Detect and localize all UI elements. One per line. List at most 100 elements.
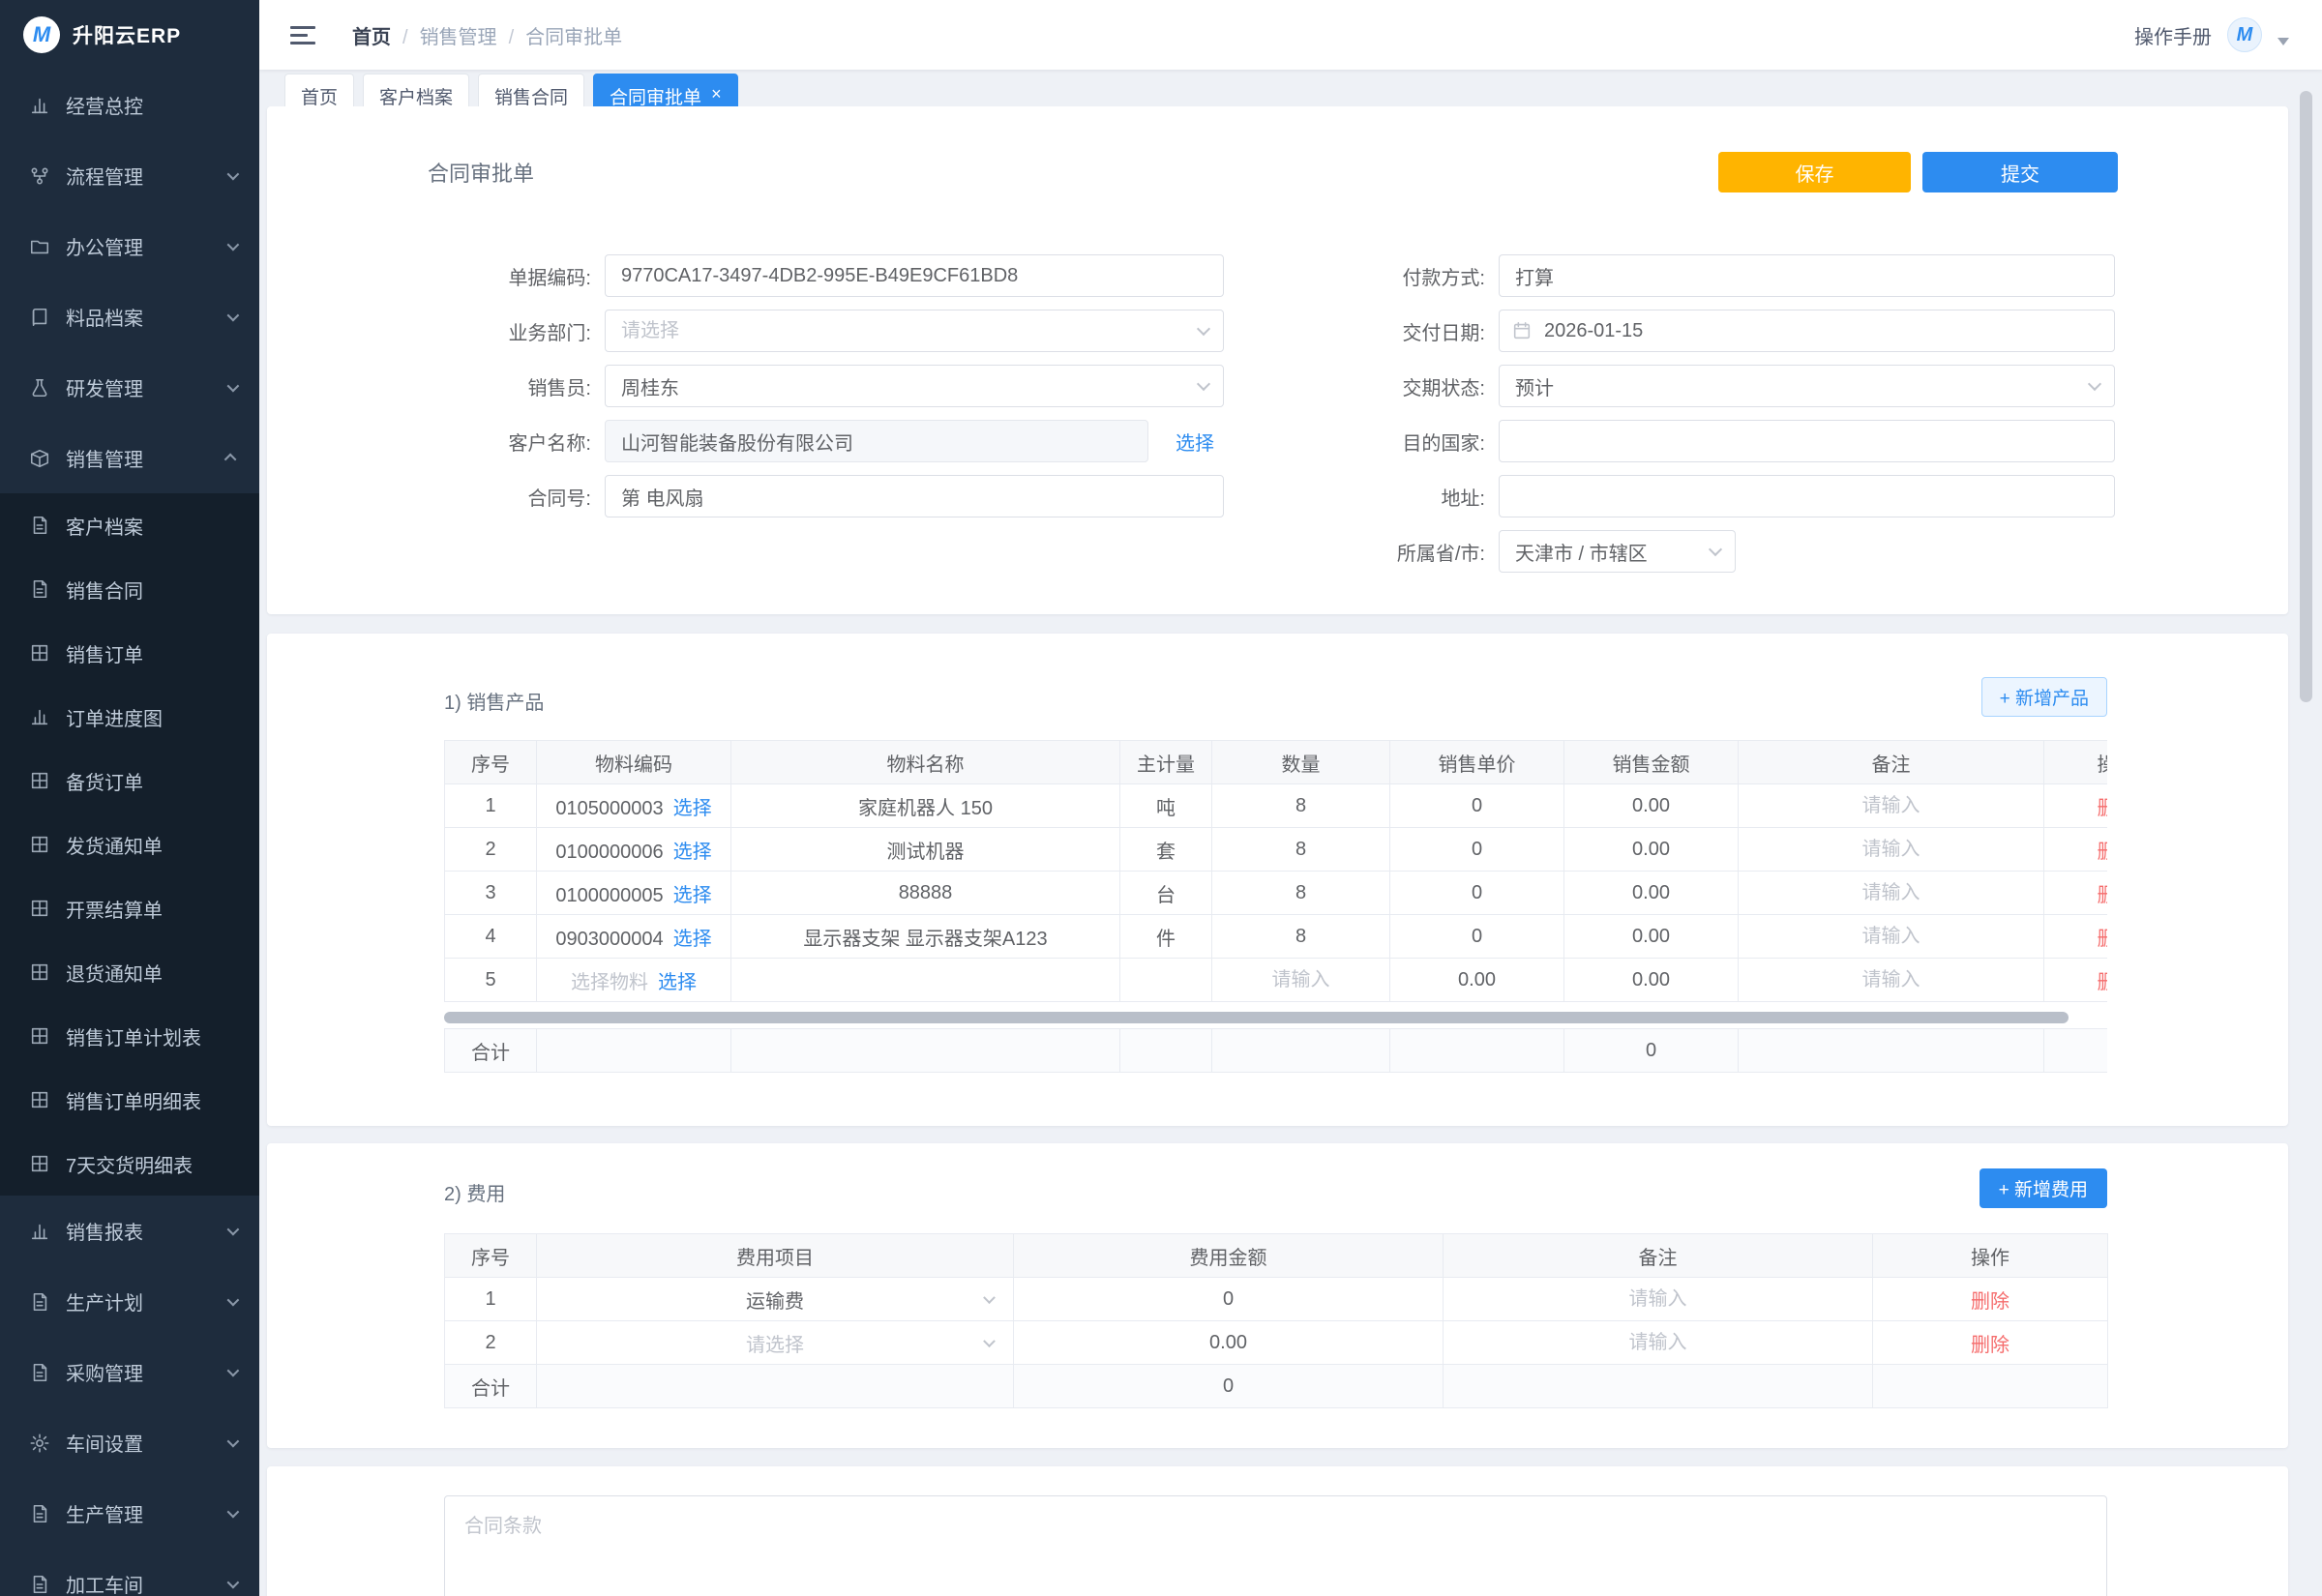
- sidebar-item-workshop-settings[interactable]: 车间设置: [0, 1407, 259, 1478]
- chart-icon: [29, 1221, 50, 1242]
- chevron-up-icon: [224, 454, 237, 466]
- sales-submenu: 客户档案 销售合同 销售订单 订单进度图 备货订单 发货通知单 开票结算单 退: [0, 493, 259, 1196]
- contract-terms-textarea[interactable]: [444, 1495, 2107, 1596]
- contract-terms-card: [267, 1466, 2288, 1596]
- delete-row-link[interactable]: 删除: [1971, 1291, 2009, 1313]
- sidebar-item-process-management[interactable]: 流程管理: [0, 140, 259, 211]
- close-icon[interactable]: [711, 83, 722, 104]
- sidebar-item-invoice-settlements[interactable]: 开票结算单: [0, 876, 259, 940]
- fee-item-select[interactable]: 运输费: [537, 1278, 1014, 1321]
- tab-contract-approval[interactable]: 合同审批单: [593, 74, 738, 106]
- address-input[interactable]: [1499, 475, 2115, 517]
- top-header: 首页 销售管理 合同审批单 操作手册 M: [259, 0, 2322, 70]
- material-select-link[interactable]: 选择: [673, 842, 712, 863]
- sidebar-item-sales-contracts[interactable]: 销售合同: [0, 557, 259, 621]
- sidebar-item-7day-delivery-details[interactable]: 7天交货明细表: [0, 1132, 259, 1196]
- product-row: 4 0903000004选择 显示器支架 显示器支架A123 件 8 0 0.0…: [445, 915, 2108, 959]
- chevron-down-icon: [227, 1224, 240, 1236]
- delete-row-link[interactable]: 删除: [2098, 885, 2108, 906]
- delete-row-link[interactable]: 删除: [2098, 929, 2108, 950]
- page-title: 合同审批单: [428, 157, 534, 188]
- vertical-scrollbar-thumb[interactable]: [2300, 91, 2312, 702]
- breadcrumb-contract-approval: 合同审批单: [497, 21, 623, 49]
- doc-code-input[interactable]: [605, 254, 1224, 297]
- remark-input[interactable]: [1758, 882, 2024, 904]
- contract-no-input[interactable]: [605, 475, 1224, 517]
- horizontal-scrollbar-thumb[interactable]: [444, 1012, 2069, 1023]
- sidebar-item-delivery-notices[interactable]: 发货通知单: [0, 813, 259, 876]
- tab-sales-contracts[interactable]: 销售合同: [478, 74, 584, 106]
- delete-row-link[interactable]: 删除: [1971, 1335, 2009, 1356]
- remark-input[interactable]: [1758, 926, 2024, 948]
- remark-input[interactable]: [1468, 1332, 1848, 1354]
- operation-manual-link[interactable]: 操作手册: [2134, 21, 2212, 49]
- product-row: 5 选择物料选择 0.00 0.00 删除: [445, 959, 2108, 1002]
- sidebar-item-order-progress-chart[interactable]: 订单进度图: [0, 685, 259, 749]
- tab-customer-archives[interactable]: 客户档案: [363, 74, 469, 106]
- products-section-title: 1) 销售产品: [444, 677, 544, 715]
- material-select-link[interactable]: 选择: [673, 798, 712, 819]
- fee-item-select[interactable]: 请选择: [537, 1321, 1014, 1365]
- sidebar-item-sales-order-details[interactable]: 销售订单明细表: [0, 1068, 259, 1132]
- province-select[interactable]: [1499, 530, 1736, 573]
- fees-card: 2) 费用 + 新增费用 序号 费用项目 费用金额 备注 操作 1: [267, 1143, 2288, 1448]
- sidebar-item-processing-workshop[interactable]: 加工车间: [0, 1549, 259, 1596]
- delivery-date-input[interactable]: [1499, 310, 2115, 352]
- sidebar-item-sales-reports[interactable]: 销售报表: [0, 1196, 259, 1266]
- delete-row-link[interactable]: 删除: [2098, 842, 2108, 863]
- sidebar-item-return-notices[interactable]: 退货通知单: [0, 940, 259, 1004]
- customer-name-label: 客户名称:: [267, 428, 605, 456]
- breadcrumb-home[interactable]: 首页: [352, 21, 391, 49]
- material-select-link[interactable]: 选择: [673, 929, 712, 950]
- app-logo: M 升阳云ERP: [0, 0, 259, 70]
- remark-input[interactable]: [1468, 1288, 1848, 1311]
- sidebar-item-business-overview[interactable]: 经营总控: [0, 70, 259, 140]
- box-icon: [29, 448, 50, 469]
- material-select-link[interactable]: 选择: [673, 885, 712, 906]
- remark-input[interactable]: [1758, 839, 2024, 861]
- sidebar-item-customer-archives[interactable]: 客户档案: [0, 493, 259, 557]
- sidebar-item-sales-order-plan[interactable]: 销售订单计划表: [0, 1004, 259, 1068]
- avatar[interactable]: M: [2227, 17, 2262, 52]
- add-product-button[interactable]: + 新增产品: [1981, 677, 2107, 717]
- fees-header-row: 序号 费用项目 费用金额 备注 操作: [445, 1234, 2108, 1278]
- qty-input[interactable]: [1227, 969, 1376, 991]
- total-amount: 0: [1014, 1365, 1444, 1408]
- delete-row-link[interactable]: 删除: [2098, 972, 2108, 993]
- sidebar-item-production-management[interactable]: 生产管理: [0, 1478, 259, 1549]
- sidebar-item-sales-orders[interactable]: 销售订单: [0, 621, 259, 685]
- remark-input[interactable]: [1758, 795, 2024, 817]
- add-fee-button[interactable]: + 新增费用: [1980, 1168, 2107, 1208]
- sidebar-item-sales-management[interactable]: 销售管理: [0, 423, 259, 493]
- flask-icon: [29, 377, 50, 399]
- business-dept-select[interactable]: [605, 310, 1224, 352]
- folder-icon: [29, 236, 50, 257]
- sidebar-item-rd-management[interactable]: 研发管理: [0, 352, 259, 423]
- sidebar-item-procurement-management[interactable]: 采购管理: [0, 1337, 259, 1407]
- customer-select-link[interactable]: 选择: [1176, 428, 1214, 456]
- doc-code-label: 单据编码:: [267, 262, 605, 290]
- sidebar-item-stock-orders[interactable]: 备货订单: [0, 749, 259, 813]
- submit-button[interactable]: 提交: [1922, 152, 2118, 192]
- salesperson-select[interactable]: [605, 365, 1224, 407]
- sidebar-item-office-management[interactable]: 办公管理: [0, 211, 259, 281]
- sidebar-item-material-archives[interactable]: 料品档案: [0, 281, 259, 352]
- material-select-link[interactable]: 选择: [658, 972, 697, 993]
- app-logo-icon: M: [23, 16, 60, 53]
- breadcrumb-sales-management[interactable]: 销售管理: [391, 21, 497, 49]
- chevron-down-icon: [983, 1335, 996, 1347]
- remark-input[interactable]: [1758, 969, 2024, 991]
- sidebar-item-production-plan[interactable]: 生产计划: [0, 1266, 259, 1337]
- business-dept-label: 业务部门:: [267, 317, 605, 345]
- dest-country-input[interactable]: [1499, 420, 2115, 462]
- address-label: 地址:: [1224, 483, 1499, 511]
- delivery-status-select[interactable]: [1499, 365, 2115, 407]
- save-button[interactable]: 保存: [1718, 152, 1911, 192]
- tab-home[interactable]: 首页: [284, 74, 354, 106]
- payment-input[interactable]: [1499, 254, 2115, 297]
- chevron-down-icon[interactable]: [2277, 38, 2289, 45]
- collapse-menu-icon[interactable]: [290, 26, 315, 44]
- delete-row-link[interactable]: 删除: [2098, 798, 2108, 819]
- flow-icon: [29, 165, 50, 187]
- main-area: 首页 销售管理 合同审批单 操作手册 M 首页 客户档案 销售合同 合同审批单 …: [259, 0, 2322, 1596]
